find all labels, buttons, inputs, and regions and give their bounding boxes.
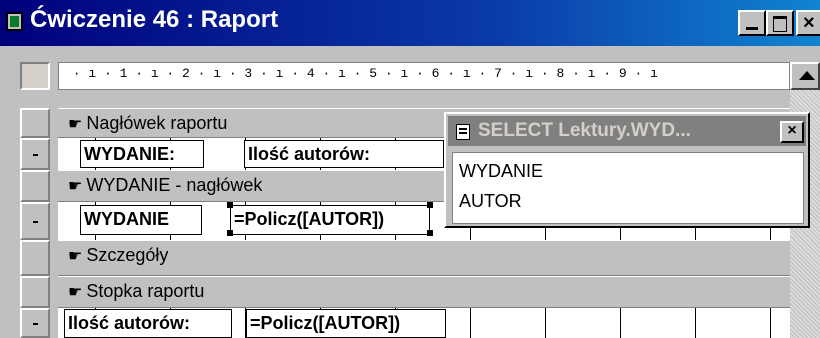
minimize-button[interactable] xyxy=(738,10,766,36)
hand-pointer-icon: ☛ xyxy=(68,284,83,301)
hand-pointer-icon: ☛ xyxy=(68,178,83,195)
report-selector[interactable] xyxy=(20,62,50,90)
list-icon xyxy=(456,124,470,140)
field-item-autor[interactable]: AUTOR xyxy=(459,191,522,212)
band-selector-group-header[interactable] xyxy=(20,170,50,202)
hand-pointer-icon: ☛ xyxy=(68,248,83,265)
label-footer-ilosc-autorow[interactable]: Ilość autorów: xyxy=(64,309,232,338)
band-report-footer[interactable]: ☛ Stopka raportu xyxy=(58,276,790,308)
hand-pointer-icon: ☛ xyxy=(68,116,83,133)
band-label: Szczegóły xyxy=(86,245,169,265)
band-selector-report-footer[interactable] xyxy=(20,276,50,308)
field-list[interactable]: WYDANIE AUTOR xyxy=(452,152,804,224)
section-selector-group-header[interactable] xyxy=(20,202,50,240)
maximize-button[interactable] xyxy=(766,10,794,36)
field-list-title-bar[interactable]: SELECT Lektury.WYD... × xyxy=(448,116,806,146)
resize-handle[interactable] xyxy=(227,230,233,236)
section-selector-report-footer[interactable] xyxy=(20,308,50,338)
field-list-close-button[interactable]: × xyxy=(780,121,804,143)
band-detail[interactable]: ☛ Szczegóły xyxy=(58,240,790,276)
scroll-up-button[interactable] xyxy=(790,62,820,90)
section-selector-report-header[interactable] xyxy=(20,138,50,170)
label-ilosc-autorow[interactable]: Ilość autorów: xyxy=(244,140,444,168)
band-label: WYDANIE - nagłówek xyxy=(86,175,263,195)
band-selector-detail[interactable] xyxy=(20,240,50,276)
close-button[interactable]: × xyxy=(796,10,820,36)
field-policz-autor-selected[interactable]: =Policz([AUTOR]) xyxy=(230,205,430,235)
resize-handle[interactable] xyxy=(427,202,433,208)
window-title: Ćwiczenie 46 : Raport xyxy=(30,6,279,33)
band-label: Nagłówek raportu xyxy=(86,113,228,133)
field-list-title: SELECT Lektury.WYD... xyxy=(478,120,691,141)
band-selector-report-header[interactable] xyxy=(20,108,50,138)
field-footer-policz-autor[interactable]: =Policz([AUTOR]) xyxy=(246,309,446,338)
ruler-marks: · ı · 1 · ı · 2 · ı · 3 · ı · 4 · ı · 5 … xyxy=(65,66,658,81)
report-icon[interactable] xyxy=(6,12,23,31)
field-list-window[interactable]: SELECT Lektury.WYD... × WYDANIE AUTOR xyxy=(444,112,810,228)
field-item-wydanie[interactable]: WYDANIE xyxy=(459,161,543,182)
horizontal-ruler[interactable]: · ı · 1 · ı · 2 · ı · 3 · ı · 4 · ı · 5 … xyxy=(58,62,790,90)
label-wydanie[interactable]: WYDANIE: xyxy=(80,140,204,168)
resize-handle[interactable] xyxy=(427,230,433,236)
field-wydanie[interactable]: WYDANIE xyxy=(80,205,202,235)
band-label: Stopka raportu xyxy=(86,281,205,301)
resize-handle[interactable] xyxy=(227,202,233,208)
window-title-bar[interactable]: Ćwiczenie 46 : Raport × xyxy=(0,0,820,46)
close-icon: × xyxy=(803,12,815,34)
